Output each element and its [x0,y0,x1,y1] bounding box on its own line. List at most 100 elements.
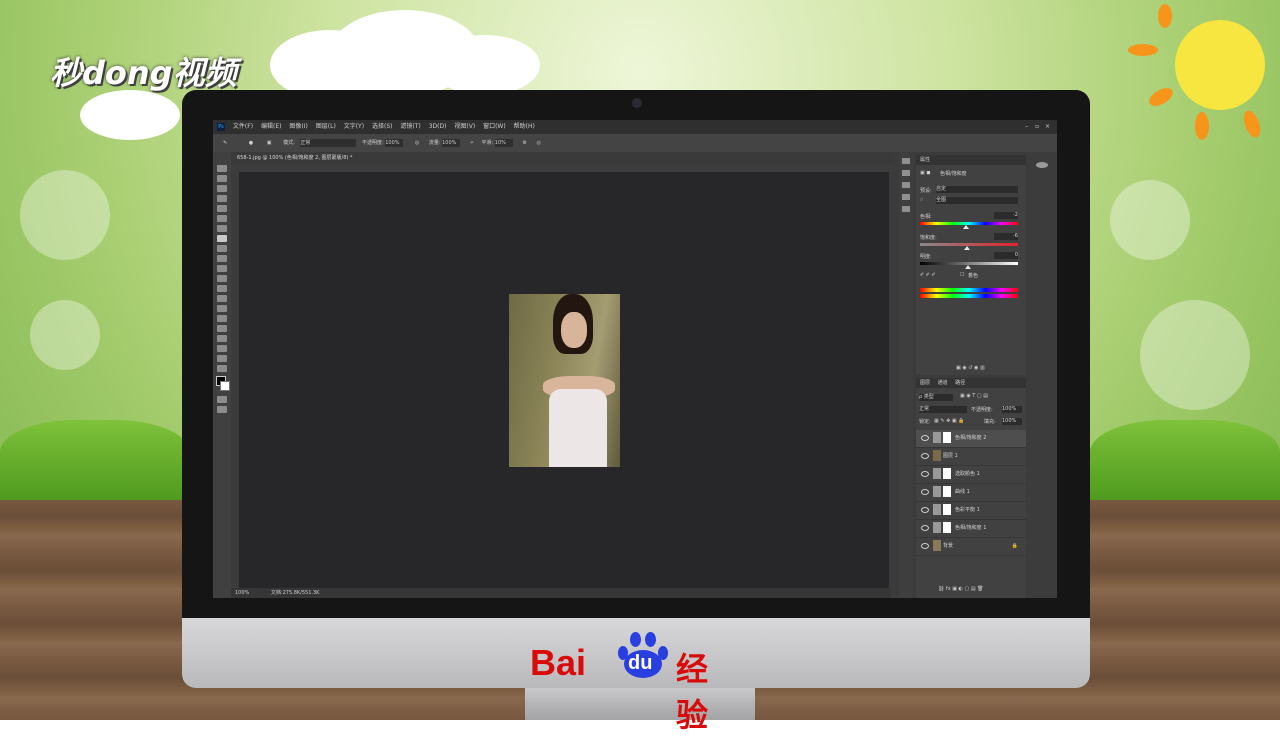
layers-footer-icons[interactable]: ⛓ fx ▣ ◐ ▢ ▤ 🗑 [938,586,984,592]
fill-input[interactable]: 100% [1002,418,1022,425]
layer-row[interactable]: 图层 1 [916,448,1026,466]
layer-row[interactable]: 背景 🔒 [916,538,1026,556]
visibility-eye-icon[interactable] [921,506,929,513]
dodge-tool-icon[interactable] [217,295,227,302]
actions-panel-icon[interactable] [902,170,910,176]
layer-row[interactable]: 曲线 1 [916,484,1026,502]
visibility-eye-icon[interactable] [921,452,929,459]
quick-mask-icon[interactable] [217,396,227,403]
tab-layers[interactable]: 图层 [920,380,930,386]
shape-tool-icon[interactable] [217,335,227,342]
crop-tool-icon[interactable] [217,205,227,212]
lasso-tool-icon[interactable] [217,185,227,192]
brush-tool-icon[interactable]: ✎ [223,140,227,146]
menu-layer[interactable]: 图层(L) [316,123,336,130]
type-tool-icon[interactable] [217,315,227,322]
color-swatches[interactable] [216,376,230,392]
layer-row[interactable]: 选取颜色 1 [916,466,1026,484]
saturation-input[interactable]: -6 [994,233,1018,240]
paragraph-panel-icon[interactable] [902,194,910,200]
screen-mode-icon[interactable] [217,406,227,413]
lightness-slider-thumb[interactable] [965,265,971,269]
menu-3d[interactable]: 3D(D) [429,123,447,130]
pen-tool-icon[interactable] [217,305,227,312]
menu-type[interactable]: 文字(Y) [344,123,364,130]
layer-row[interactable]: 色彩平衡 1 [916,502,1026,520]
gradient-tool-icon[interactable] [217,275,227,282]
layer-filter-icons[interactable]: ▣ ◉ T ▢ ▤ [960,393,988,399]
blur-tool-icon[interactable] [217,285,227,292]
document-image[interactable] [509,294,620,467]
menu-file[interactable]: 文件(F) [233,123,253,130]
menu-filter[interactable]: 滤镜(T) [400,123,420,130]
properties-footer-icons[interactable]: ▣ ◉ ↺ ◉ ▥ [956,365,985,371]
menu-image[interactable]: 图像(I) [289,123,307,130]
menu-view[interactable]: 视图(V) [454,123,475,130]
path-selection-tool-icon[interactable] [217,325,227,332]
gear-icon[interactable]: ⚙ [522,140,526,146]
menu-edit[interactable]: 编辑(E) [261,123,281,130]
background-color-swatch[interactable] [220,381,230,391]
layer-mask-thumbnail[interactable] [943,432,951,443]
lightness-input[interactable]: 0 [994,252,1018,259]
minimize-icon[interactable]: – [1025,120,1028,134]
visibility-eye-icon[interactable] [921,542,929,549]
tab-paths[interactable]: 路径 [955,380,965,386]
pressure-size-icon[interactable]: ◎ [536,140,540,146]
menu-help[interactable]: 帮助(H) [514,123,535,130]
smoothing-input[interactable]: 10% [494,139,513,147]
hue-slider-thumb[interactable] [963,225,969,229]
hand-tool-icon[interactable] [217,345,227,352]
layer-opacity-input[interactable]: 100% [1002,406,1022,413]
layer-mask-thumbnail[interactable] [943,522,951,533]
layer-mask-thumbnail[interactable] [943,486,951,497]
eyedropper-tool-icon[interactable] [217,215,227,222]
history-panel-icon[interactable] [902,158,910,164]
pressure-opacity-icon[interactable]: ◎ [415,140,419,146]
visibility-eye-icon[interactable] [921,524,929,531]
opacity-input[interactable]: 100% [385,139,404,147]
panel-collapse-icon[interactable] [1036,162,1048,168]
layer-row[interactable]: 色相/饱和度 1 [916,520,1026,538]
healing-brush-tool-icon[interactable] [217,225,227,232]
visibility-eye-icon[interactable] [921,434,929,441]
close-icon[interactable]: × [1045,120,1050,134]
hue-slider[interactable] [920,222,1018,225]
layer-mask-thumbnail[interactable] [943,504,951,515]
layer-mask-thumbnail[interactable] [943,468,951,479]
visibility-eye-icon[interactable] [921,488,929,495]
properties-panel-icon[interactable] [902,206,910,212]
restore-icon[interactable]: ▫ [1035,120,1039,134]
preset-select[interactable]: 自定 [936,186,1018,193]
layer-row[interactable]: 色相/饱和度 2 [916,430,1026,448]
visibility-eye-icon[interactable] [921,470,929,477]
marquee-tool-icon[interactable] [217,175,227,182]
layer-kind-filter[interactable]: ρ 类型 [919,394,953,401]
channel-select[interactable]: 全图 [936,197,1018,204]
mode-select[interactable]: 正常 [300,139,357,147]
menu-window[interactable]: 窗口(W) [483,123,506,130]
clone-stamp-tool-icon[interactable] [217,245,227,252]
lock-icons[interactable]: ▦ ✎ ✥ ▣ 🔒 [934,418,964,424]
tab-channels[interactable]: 通道 [938,380,948,386]
colorize-checkbox[interactable]: ☐ [960,272,964,278]
brush-preset-icon[interactable]: ● [249,140,253,146]
zoom-level[interactable]: 100% [235,590,249,596]
more-tools-icon[interactable] [217,365,227,372]
airbrush-icon[interactable]: ✧ [470,140,474,146]
document-tab[interactable]: 658-1.jpg @ 100% (色相/饱和度 2, 图层蒙版/8) * [233,152,893,164]
character-panel-icon[interactable] [902,182,910,188]
eyedropper-icons[interactable]: ✐ ✐ ✐ [920,272,936,278]
target-adjust-icon[interactable]: ☝ [920,197,923,203]
blend-mode-select[interactable]: 正常 [919,406,967,413]
menu-select[interactable]: 选择(S) [372,123,393,130]
brush-settings-icon[interactable]: ▣ [267,140,272,146]
magic-wand-tool-icon[interactable] [217,195,227,202]
ps-app-icon[interactable]: Ps [217,122,225,131]
hue-input[interactable]: -2 [994,212,1018,219]
saturation-slider-thumb[interactable] [964,246,970,250]
eraser-tool-icon[interactable] [217,265,227,272]
move-tool-icon[interactable] [217,165,227,172]
history-brush-tool-icon[interactable] [217,255,227,262]
zoom-tool-icon[interactable] [217,355,227,362]
